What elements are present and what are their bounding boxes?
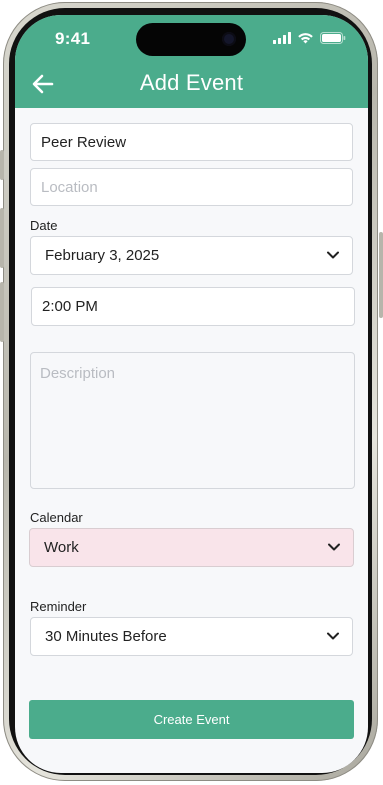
date-label: Date: [30, 218, 58, 233]
chevron-down-icon: [327, 251, 339, 259]
reminder-label: Reminder: [30, 599, 87, 614]
status-time: 9:41: [55, 29, 91, 48]
chevron-down-icon: [327, 632, 339, 640]
silent-switch: [0, 150, 4, 180]
time-input-value: 2:00 PM: [42, 298, 98, 315]
signal-icon: [273, 32, 291, 44]
camera-icon: [222, 32, 236, 46]
wifi-icon: [298, 33, 313, 44]
app-screen: 9:41 Add Event Peer Review Location Date…: [15, 15, 368, 773]
create-event-button[interactable]: Create Event: [29, 700, 354, 739]
power-button: [379, 232, 383, 318]
location-input[interactable]: Location: [30, 168, 353, 206]
volume-up-button: [0, 208, 4, 268]
location-placeholder: Location: [41, 179, 98, 196]
title-input-value: Peer Review: [41, 134, 127, 151]
date-select-value: February 3, 2025: [45, 247, 160, 264]
time-input[interactable]: 2:00 PM: [31, 287, 355, 326]
description-textarea[interactable]: Description: [30, 352, 355, 489]
volume-down-button: [0, 282, 4, 342]
description-placeholder: Description: [40, 365, 116, 382]
reminder-select[interactable]: 30 Minutes Before: [30, 617, 353, 656]
status-icons: [273, 31, 346, 45]
title-input[interactable]: Peer Review: [30, 123, 353, 161]
battery-icon: [320, 32, 346, 44]
header-bar: 9:41 Add Event: [15, 15, 368, 108]
calendar-select-value: Work: [44, 539, 79, 556]
page-title: Add Event: [139, 70, 244, 95]
calendar-label: Calendar: [30, 510, 83, 525]
date-select[interactable]: February 3, 2025: [30, 236, 353, 275]
dynamic-island: [136, 23, 246, 56]
calendar-select[interactable]: Work: [29, 528, 354, 567]
reminder-select-value: 30 Minutes Before: [45, 628, 167, 645]
chevron-down-icon: [328, 543, 340, 551]
